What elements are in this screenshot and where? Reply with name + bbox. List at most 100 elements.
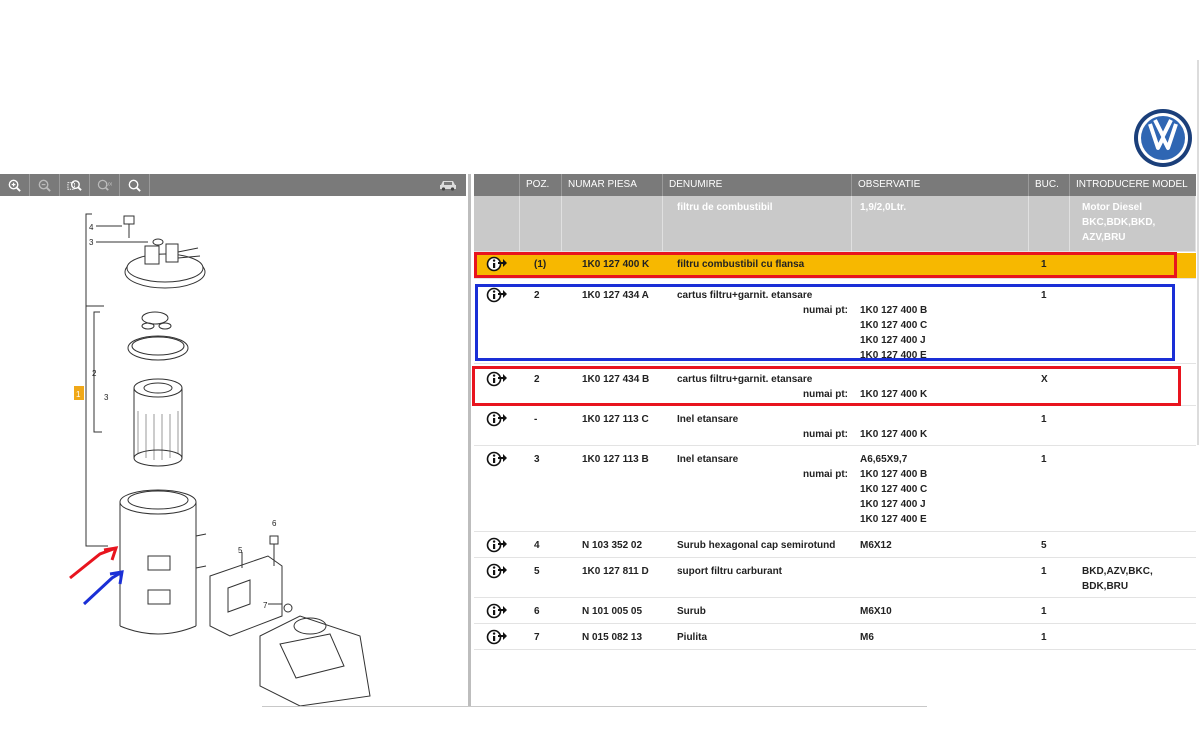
search-icon [128,179,141,192]
part-only-for-label: numai pt: [803,469,848,480]
zoom-window-button[interactable] [60,174,90,196]
part-introducere [1070,626,1196,649]
car-icon [440,181,456,191]
part-number[interactable]: N 103 352 02 [562,534,663,557]
part-introducere [1070,408,1196,445]
part-name: suport filtru carburant [677,566,783,577]
part-position: 4 [534,540,540,551]
bottom-divider [262,706,927,707]
red-highlight-box-2 [472,366,1181,406]
callout-4: 4 [89,223,94,232]
part-number[interactable]: N 101 005 05 [562,600,663,623]
col-icon-header [474,174,520,196]
col-introducere-header[interactable]: INTRODUCERE MODEL [1070,174,1196,196]
table-row[interactable]: - 1K0 127 113 C Inel etansare numai pt: 1K0… [474,408,1196,446]
part-name: Inel etansare [677,454,739,465]
part-position: - [534,414,538,425]
observatie-line: M6X12 [860,540,892,551]
observatie-line: 1K0 127 400 B [860,469,928,480]
part-denumire: Piulita [663,626,852,649]
part-name: Surub [677,606,706,617]
callout-1: 1 [76,390,81,399]
callout-7: 7 [263,601,268,610]
col-buc-header[interactable]: BUC. [1029,174,1070,196]
table-row[interactable]: 3 1K0 127 113 B Inel etansare numai pt: A6,6… [474,448,1196,532]
col-numar-header[interactable]: NUMAR PIESA [562,174,663,196]
zoom-out-button[interactable] [30,174,60,196]
part-position: 5 [534,566,540,577]
observatie-line: A6,65X9,7 [860,454,908,465]
part-name: Inel etansare [677,414,739,425]
col-denumire-header[interactable]: DENUMIRE [663,174,852,196]
info-arrow-icon [486,563,507,579]
red-highlight-box [474,252,1177,278]
part-number[interactable]: N 015 082 13 [562,626,663,649]
vehicle-button[interactable] [430,174,466,196]
exploded-parts-diagram[interactable]: 4 3 2 3 6 5 7 1 [0,196,468,706]
part-observatie: A6,65X9,7 1K0 127 400 B 1K0 127 400 C 1K0 1… [852,448,1029,531]
zoom-in-button[interactable] [0,174,30,196]
table-row[interactable]: 7 N 015 082 13 Piulita M6 1 [474,626,1196,650]
callout-6: 6 [272,519,277,528]
part-denumire: Inel etansare numai pt: [663,448,852,531]
group-introducere: Motor Diesel BKC,BDK,BKD, AZV,BRU [1070,196,1196,251]
part-quantity: 1 [1041,414,1047,425]
search-button[interactable] [120,174,150,196]
zoom-100-button[interactable]: 100% [90,174,120,196]
col-observatie-header[interactable]: OBSERVATIE [852,174,1029,196]
zoom-out-icon [38,179,51,192]
part-denumire: Surub hexagonal cap semirotund [663,534,852,557]
part-introducere [1070,534,1196,557]
part-quantity: 1 [1041,606,1047,617]
group-denumire: filtru de combustibil [663,196,852,251]
part-denumire: Inel etansare numai pt: [663,408,852,445]
part-number[interactable]: 1K0 127 113 C [562,408,663,445]
part-introducere [1070,600,1196,623]
window-edge [1197,60,1199,445]
info-button[interactable] [474,626,520,649]
info-arrow-icon [486,629,507,645]
table-row[interactable]: 5 1K0 127 811 D suport filtru carburant 1 BK… [474,560,1196,598]
observatie-line: 1K0 127 400 J [860,499,926,510]
part-introducere [1070,448,1196,531]
part-number[interactable]: 1K0 127 113 B [562,448,663,531]
info-button[interactable] [474,600,520,623]
info-button[interactable] [474,448,520,531]
info-arrow-icon [486,537,507,553]
callout-3b: 3 [104,393,109,402]
part-quantity: 1 [1041,454,1047,465]
panel-splitter[interactable] [468,174,471,706]
part-quantity: 5 [1041,540,1047,551]
group-info-row: filtru de combustibil 1,9/2,0Ltr. Motor … [474,196,1196,252]
part-quantity: 1 [1041,632,1047,643]
part-introducere: BKD,AZV,BKC, BDK,BRU [1082,566,1153,592]
part-number[interactable]: 1K0 127 811 D [562,560,663,597]
part-position: 3 [534,454,540,465]
info-button[interactable] [474,560,520,597]
diagram-toolbar: 100% [0,174,466,196]
part-name: Surub hexagonal cap semirotund [677,540,836,551]
vw-logo-icon [1134,109,1192,167]
info-button[interactable] [474,408,520,445]
part-only-for-label: numai pt: [803,429,848,440]
observatie-line: 1K0 127 400 C [860,484,928,495]
callout-2: 2 [92,369,97,378]
zoom-100-icon: 100% [97,179,112,191]
group-observatie: 1,9/2,0Ltr. [852,196,1029,251]
info-button[interactable] [474,534,520,557]
parts-table-header: POZ. NUMAR PIESA DENUMIRE OBSERVATIE BUC… [474,174,1196,196]
info-arrow-icon [486,603,507,619]
part-observatie: M6X10 [852,600,1029,623]
col-poz-header[interactable]: POZ. [520,174,562,196]
part-name: Piulita [677,632,708,643]
table-row[interactable]: 4 N 103 352 02 Surub hexagonal cap semirot… [474,534,1196,558]
observatie-line: M6X10 [860,606,892,617]
table-row[interactable]: 6 N 101 005 05 Surub M6X10 1 [474,600,1196,624]
svg-text:100%: 100% [105,181,112,186]
observatie-line: 1K0 127 400 E [860,514,927,525]
part-denumire: suport filtru carburant [663,560,852,597]
part-observatie: M6 [852,626,1029,649]
info-arrow-icon [486,411,507,427]
zoom-window-icon [67,179,82,191]
observatie-line: M6 [860,632,874,643]
